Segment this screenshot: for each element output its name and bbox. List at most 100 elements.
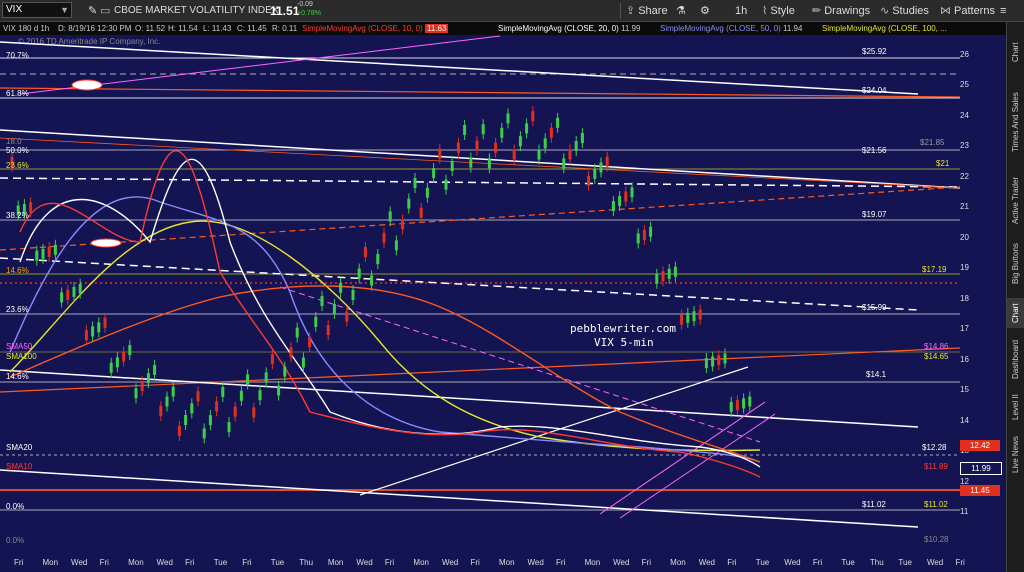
price-annotation: $25.92 (862, 47, 887, 56)
candle-body (66, 289, 70, 300)
candle-body (314, 316, 318, 327)
candle-body (208, 415, 212, 426)
patterns-label: Patterns (954, 5, 995, 17)
candle-body (574, 140, 578, 151)
x-axis-label: Wed (156, 558, 173, 567)
x-axis-label: Fri (955, 558, 965, 567)
price-annotation: $11.02 (924, 500, 948, 509)
trend-line (0, 369, 919, 428)
candle-body (556, 117, 560, 128)
candle-body (165, 396, 169, 407)
candle-body (258, 390, 262, 401)
sma20-line (19, 158, 761, 468)
symbol-input[interactable]: VIX ▼ (2, 2, 72, 18)
trend-line (0, 347, 961, 393)
candle-body (41, 248, 45, 259)
x-axis-label: Tue (755, 558, 770, 567)
drawings-button[interactable]: ✏ Drawings (812, 2, 870, 20)
fib-label: 23.6% (6, 161, 29, 170)
x-axis-label: Wed (527, 558, 544, 567)
menu-icon[interactable]: ≡ (1000, 2, 1006, 20)
candle-body (463, 124, 467, 135)
candle-body (128, 345, 132, 356)
sidebar-tab[interactable]: Big Buttons (1007, 236, 1024, 292)
style-label: Style (770, 5, 795, 17)
candle-body (171, 386, 175, 397)
square-icon[interactable]: ▭ (100, 3, 110, 19)
watermark-subtitle: VIX 5-min (594, 336, 654, 349)
price-change: -0.09 +0.78% (297, 0, 321, 17)
candle-body (611, 201, 615, 212)
sidebar-tab[interactable]: Times And Sales (1007, 82, 1024, 162)
flask-icon[interactable]: ⚗ (676, 2, 686, 20)
x-axis-label: Fri (99, 558, 109, 567)
candle-body (215, 401, 219, 412)
candle-body (593, 168, 597, 179)
fib-label: SMA100 (6, 352, 37, 361)
candle-body (444, 179, 448, 190)
candle-body (388, 211, 392, 222)
price-annotation: $14.1 (866, 370, 887, 379)
candle-body (562, 158, 566, 169)
candle-body (599, 162, 603, 173)
share-icon: ⇪ (626, 5, 636, 17)
x-axis-label: Wed (441, 558, 459, 567)
trend-line (599, 401, 766, 515)
candle-body (692, 311, 696, 322)
candle-body (134, 388, 138, 399)
price-change-absolute: -0.09 (297, 1, 313, 8)
price-annotation: $14.65 (924, 352, 949, 361)
candle-body (47, 246, 51, 257)
candle-body (711, 356, 715, 367)
x-axis-label: Wed (698, 558, 716, 567)
right-sidebar: Chart Times And Sales Active Trader Big But… (1006, 22, 1024, 572)
marker-ellipse (90, 238, 122, 248)
fib-label: 61.8% (6, 89, 29, 98)
trend-line (0, 469, 919, 528)
candle-body (605, 156, 609, 167)
sidebar-tab[interactable]: Chart (1007, 28, 1024, 76)
style-button[interactable]: ⌇ Style (762, 2, 795, 20)
candle-body (686, 312, 690, 323)
x-axis-label: Mon (499, 558, 515, 567)
candle-body (438, 148, 442, 159)
sidebar-tab[interactable]: Chart (1007, 298, 1024, 328)
price-chart[interactable] (0, 22, 1006, 572)
candle-body (748, 396, 752, 407)
candle-body (500, 127, 504, 138)
x-axis-label: Mon (584, 558, 601, 567)
fib-label: 70.7% (6, 51, 29, 60)
candle-body (636, 233, 640, 244)
candle-body (401, 219, 405, 230)
candle-body (419, 207, 423, 218)
price-annotation: $21 (936, 159, 950, 168)
link-icon[interactable]: ✎ (88, 3, 97, 19)
patterns-button[interactable]: ⋈ Patterns (940, 2, 995, 20)
sidebar-tab[interactable]: Level II (1007, 390, 1024, 424)
candle-body (618, 196, 622, 207)
candle-body (159, 405, 163, 416)
candle-body (97, 322, 101, 333)
interval-button[interactable]: 1h (735, 2, 747, 20)
x-axis-label: Fri (14, 558, 24, 567)
x-axis-label: Fri (812, 558, 823, 567)
candle-body (382, 232, 386, 243)
candle-body (667, 268, 671, 279)
x-axis-label: Fri (384, 558, 395, 567)
chart-area[interactable]: VIX 180 d 1h D: 8/19/16 12:30 PM O: 11.5… (0, 22, 1006, 572)
candle-body (742, 398, 746, 409)
candle-body (673, 266, 677, 277)
share-button[interactable]: ⇪ Share (626, 2, 668, 20)
candle-body (60, 292, 64, 303)
gear-icon[interactable]: ⚙ (700, 2, 710, 20)
sidebar-tab[interactable]: Dashboard (1007, 334, 1024, 384)
x-axis-label: Tue (898, 558, 912, 567)
chevron-down-icon[interactable]: ▼ (60, 3, 69, 17)
sidebar-tab[interactable]: Live News (1007, 430, 1024, 480)
candle-body (680, 314, 684, 325)
studies-button[interactable]: ∿ Studies (880, 2, 929, 20)
x-axis-label: Wed (926, 558, 944, 567)
candle-body (649, 226, 653, 237)
sidebar-tab[interactable]: Active Trader (1007, 170, 1024, 230)
x-axis-label: Wed (784, 558, 801, 567)
